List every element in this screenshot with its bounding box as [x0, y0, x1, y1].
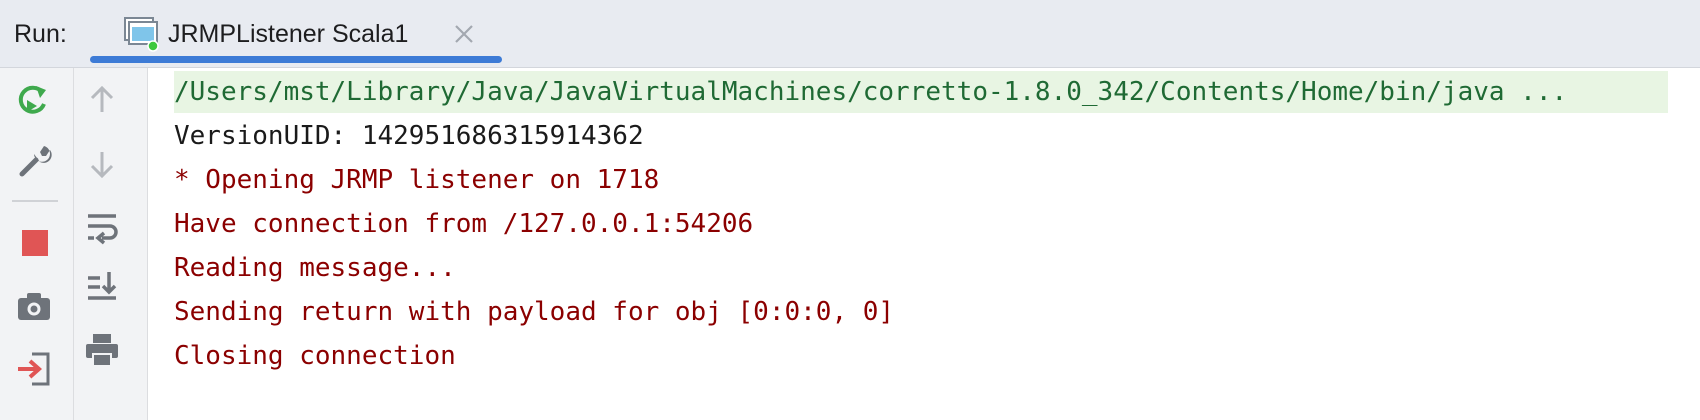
next-occurrence-button[interactable]	[82, 144, 122, 184]
camera-icon	[14, 286, 54, 326]
stop-button[interactable]	[14, 222, 54, 262]
active-tab-indicator	[90, 56, 502, 63]
close-icon[interactable]	[452, 22, 476, 46]
console-line: Reading message...	[174, 253, 456, 283]
toolbar-separator	[12, 200, 58, 202]
console-line: Have connection from /127.0.0.1:54206	[174, 209, 754, 239]
arrow-down-icon	[82, 144, 122, 184]
run-label: Run:	[14, 20, 67, 48]
run-configuration-icon	[122, 15, 160, 53]
tab-run-configuration[interactable]: JRMPListener Scala1	[90, 0, 502, 68]
console-line: Sending return with payload for obj [0:0…	[174, 297, 895, 327]
previous-occurrence-button[interactable]	[82, 80, 122, 120]
scroll-to-end-button[interactable]	[82, 266, 122, 306]
soft-wrap-icon	[82, 206, 122, 246]
run-toolbar-primary	[0, 68, 74, 420]
rerun-button[interactable]	[14, 80, 54, 120]
dump-threads-button[interactable]	[14, 286, 54, 326]
rerun-icon	[14, 80, 54, 120]
settings-button[interactable]	[14, 140, 54, 180]
tab-title: JRMPListener Scala1	[168, 20, 409, 48]
scroll-to-end-icon	[82, 266, 122, 306]
stop-icon	[14, 222, 54, 262]
console-line: Closing connection	[174, 341, 456, 371]
exit-icon	[14, 348, 54, 388]
print-button[interactable]	[82, 330, 122, 370]
exit-button[interactable]	[14, 348, 54, 388]
arrow-up-icon	[82, 80, 122, 120]
console-line: VersionUID: 142951686315914362	[174, 121, 644, 151]
command-line[interactable]: /Users/mst/Library/Java/JavaVirtualMachi…	[174, 72, 1567, 112]
console-line: * Opening JRMP listener on 1718	[174, 165, 660, 195]
wrench-icon	[14, 140, 54, 180]
console-output[interactable]: /Users/mst/Library/Java/JavaVirtualMachi…	[148, 68, 1700, 420]
run-tool-window-header: Run: JRMPListener Scala1	[0, 0, 1700, 68]
print-icon	[82, 330, 122, 370]
soft-wrap-button[interactable]	[82, 206, 122, 246]
run-toolbar-secondary	[74, 68, 148, 420]
